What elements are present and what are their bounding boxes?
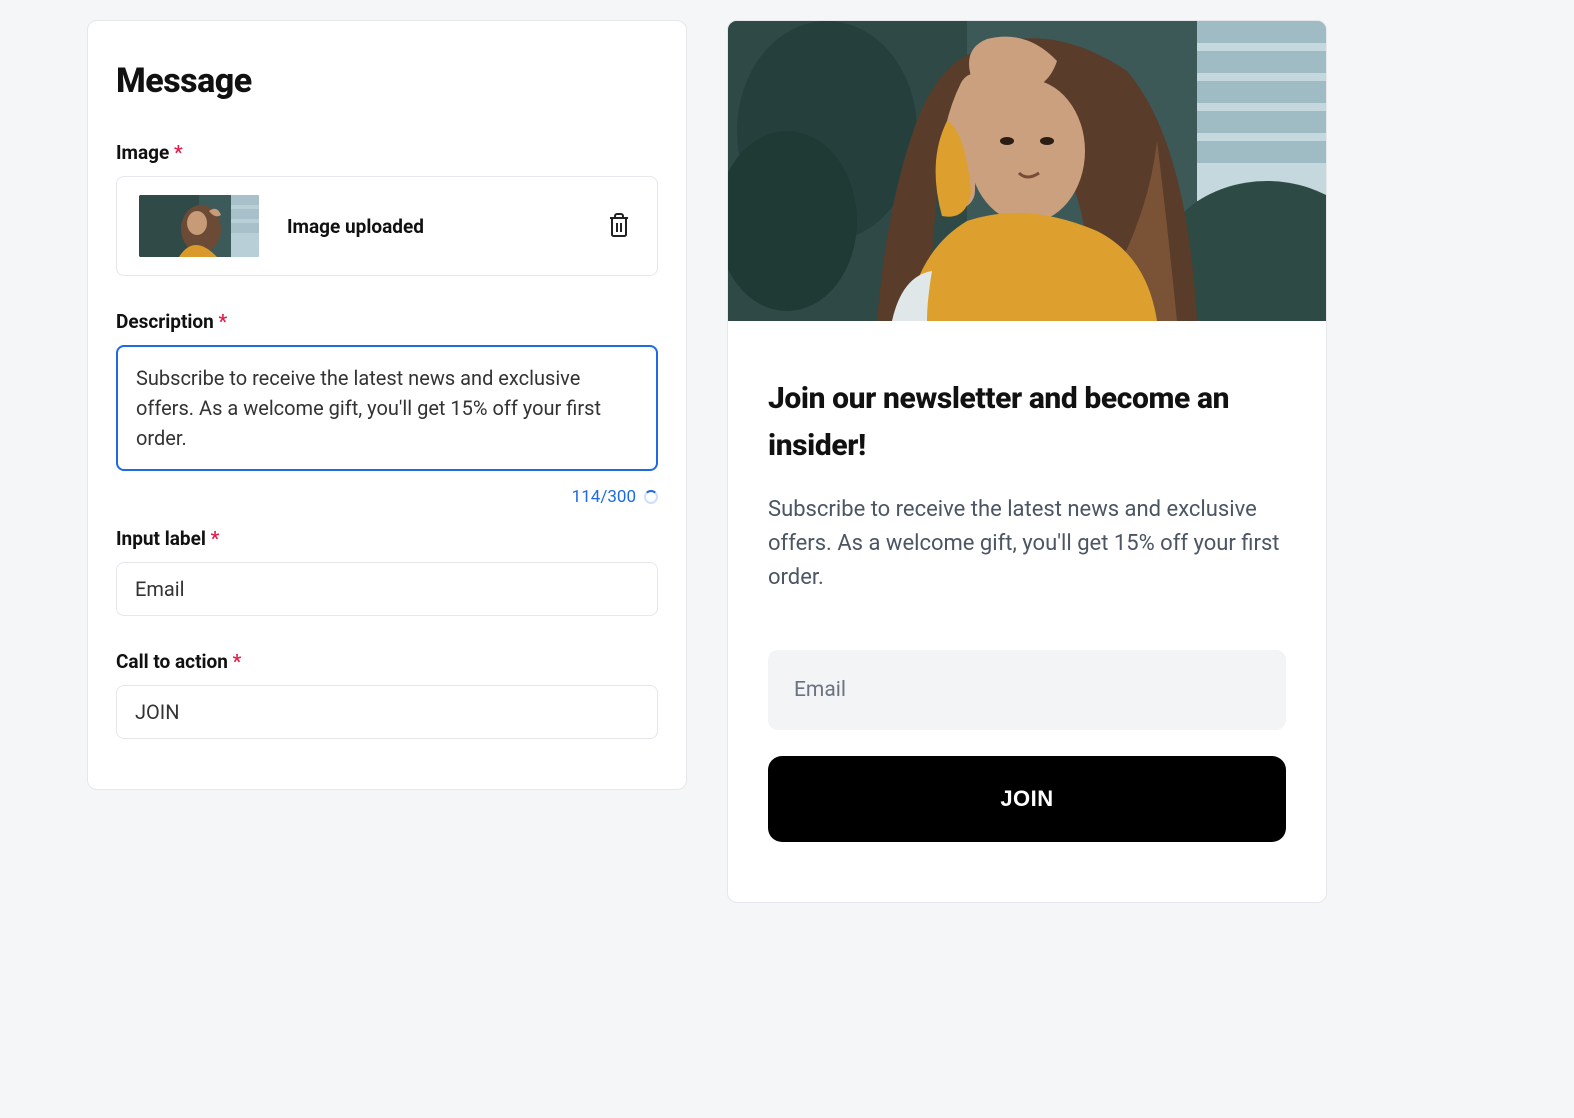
description-counter-row: 114/300	[116, 487, 658, 507]
preview-body: Join our newsletter and become an inside…	[728, 321, 1326, 902]
cta-input[interactable]	[116, 685, 658, 739]
preview-panel: Join our newsletter and become an inside…	[727, 20, 1327, 903]
preview-hero-image	[728, 21, 1326, 321]
required-mark: *	[174, 141, 183, 164]
field-cta: Call to action *	[116, 650, 658, 739]
preview-email-input[interactable]	[768, 650, 1286, 730]
preview-title: Join our newsletter and become an inside…	[768, 376, 1286, 469]
trash-icon	[607, 212, 631, 240]
input-label-input[interactable]	[116, 562, 658, 616]
description-textarea[interactable]	[116, 345, 658, 471]
image-thumbnail	[139, 195, 259, 257]
required-mark: *	[233, 650, 242, 673]
required-mark: *	[219, 310, 228, 333]
preview-description: Subscribe to receive the latest news and…	[768, 493, 1286, 595]
layout: Message Image *	[87, 20, 1487, 903]
field-description: Description * 114/300	[116, 310, 658, 507]
image-upload-status: Image uploaded	[287, 215, 575, 238]
description-label: Description *	[116, 310, 658, 333]
spinner-icon	[644, 490, 658, 504]
image-label: Image *	[116, 141, 658, 164]
description-counter: 114/300	[572, 487, 636, 507]
editor-heading: Message	[116, 61, 658, 101]
input-label-label: Input label *	[116, 527, 658, 550]
delete-image-button[interactable]	[603, 208, 635, 244]
required-mark: *	[211, 527, 220, 550]
image-upload-box: Image uploaded	[116, 176, 658, 276]
field-input-label: Input label *	[116, 527, 658, 616]
cta-label: Call to action *	[116, 650, 658, 673]
preview-cta-button[interactable]: JOIN	[768, 756, 1286, 842]
field-image: Image *	[116, 141, 658, 276]
editor-panel: Message Image *	[87, 20, 687, 790]
